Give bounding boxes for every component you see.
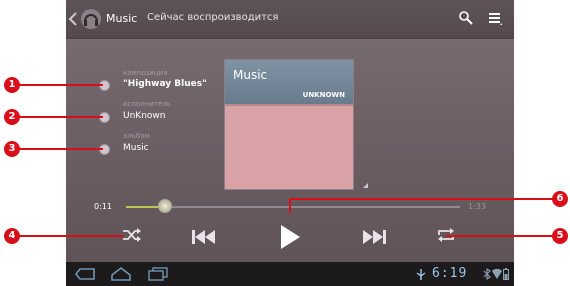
callout-badge-5: 5 [552,228,568,244]
callout-badge-3: 3 [4,141,20,157]
callout-badge-6: 6 [552,191,568,207]
callout-badge-2: 2 [4,109,20,125]
callout-lines [18,84,556,237]
callout-badge-1: 1 [4,77,20,93]
callout-badge-4: 4 [4,228,20,244]
